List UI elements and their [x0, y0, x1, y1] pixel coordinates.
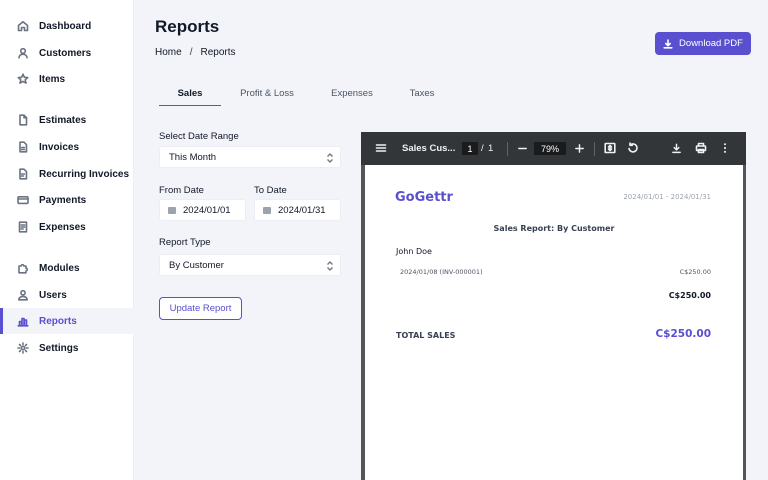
download-pdf-label: Download PDF — [679, 38, 743, 49]
update-report-button[interactable]: Update Report — [159, 297, 242, 320]
breadcrumb: Home / Reports — [155, 47, 235, 58]
report-type-select[interactable]: By Customer — [159, 254, 341, 276]
tab-sales[interactable]: Sales — [159, 82, 221, 106]
document-icon — [17, 114, 29, 126]
sidebar-item-expenses[interactable]: Expenses — [0, 214, 134, 240]
sidebar-item-label: Recurring Invoices — [39, 168, 130, 180]
sidebar-item-reports[interactable]: Reports — [0, 308, 134, 334]
to-date-field[interactable]: 2024/01/31 — [254, 199, 341, 221]
sidebar-item-label: Settings — [39, 342, 79, 354]
sidebar-item-invoices[interactable]: Invoices — [0, 134, 134, 160]
page-separator: / — [481, 143, 484, 154]
puzzle-icon — [17, 262, 29, 274]
report-tabs: Sales Profit & Loss Expenses Taxes — [159, 82, 447, 106]
sidebar-item-label: Payments — [39, 194, 87, 206]
report-line-description: 2024/01/08 (INV-000001) — [400, 268, 483, 276]
sidebar-item-settings[interactable]: Settings — [0, 335, 134, 361]
report-line-amount: C$250.00 — [679, 268, 711, 276]
report-type-label: Report Type — [159, 237, 211, 248]
report-total-amount: C$250.00 — [655, 328, 711, 340]
download-icon[interactable] — [670, 142, 682, 154]
sidebar-item-label: Customers — [39, 47, 92, 59]
star-icon — [17, 73, 29, 85]
sidebar-item-users[interactable]: Users — [0, 282, 134, 308]
to-date-value: 2024/01/31 — [278, 204, 326, 216]
report-date-range: 2024/01/01 - 2024/01/31 — [623, 193, 711, 201]
from-date-field[interactable]: 2024/01/01 — [159, 199, 246, 221]
calendar-icon — [263, 206, 271, 214]
sidebar-item-label: Modules — [39, 262, 80, 274]
rotate-icon[interactable] — [627, 142, 639, 154]
credit-card-icon — [17, 194, 29, 206]
zoom-out-icon[interactable] — [516, 142, 528, 154]
user-icon — [17, 47, 29, 59]
breadcrumb-reports: Reports — [200, 47, 236, 58]
sidebar-item-label: Invoices — [39, 141, 80, 153]
home-icon — [17, 20, 29, 32]
sidebar-item-label: Items — [39, 73, 66, 85]
sidebar-item-label: Users — [39, 289, 67, 301]
breadcrumb-home[interactable]: Home — [155, 47, 182, 58]
calendar-icon — [168, 206, 176, 214]
breadcrumb-separator: / — [189, 47, 193, 58]
print-icon[interactable] — [695, 142, 707, 154]
download-pdf-button[interactable]: Download PDF — [655, 32, 751, 55]
sidebar-item-label: Expenses — [39, 221, 86, 233]
date-range-value: This Month — [169, 151, 216, 163]
receipt-icon — [17, 221, 29, 233]
to-date-label: To Date — [254, 185, 287, 196]
recurring-invoice-icon — [17, 168, 29, 180]
tab-taxes[interactable]: Taxes — [397, 82, 447, 106]
sidebar-item-customers[interactable]: Customers — [0, 40, 134, 66]
zoom-input[interactable]: 79% — [534, 142, 566, 155]
download-icon — [663, 38, 673, 49]
fit-page-icon[interactable] — [604, 142, 616, 154]
sidebar-item-payments[interactable]: Payments — [0, 187, 134, 213]
sidebar-item-recurring-invoices[interactable]: Recurring Invoices — [0, 161, 134, 187]
pdf-toolbar: Sales Cus... 1 / 1 79% — [361, 132, 746, 165]
pdf-viewer: Sales Cus... 1 / 1 79% GoGettr 2024/01/0 — [361, 132, 746, 480]
sidebar-item-modules[interactable]: Modules — [0, 255, 134, 281]
report-total-label: TOTAL SALES — [396, 331, 456, 340]
sidebar-item-label: Dashboard — [39, 20, 92, 32]
pdf-page: GoGettr 2024/01/01 - 2024/01/31 Sales Re… — [365, 165, 743, 480]
menu-icon[interactable] — [375, 142, 387, 154]
report-customer-subtotal: C$250.00 — [668, 291, 711, 300]
date-range-label: Select Date Range — [159, 131, 239, 142]
gear-icon — [17, 342, 29, 354]
sidebar-item-items[interactable]: Items — [0, 66, 134, 92]
toolbar-divider — [507, 142, 508, 156]
sidebar-item-dashboard[interactable]: Dashboard — [0, 13, 134, 39]
date-range-select[interactable]: This Month — [159, 146, 341, 168]
tab-profit-loss[interactable]: Profit & Loss — [223, 82, 311, 106]
select-caret-icon — [326, 260, 334, 272]
sidebar-item-label: Reports — [39, 315, 77, 327]
more-options-icon[interactable] — [719, 142, 731, 154]
from-date-value: 2024/01/01 — [183, 204, 231, 216]
chart-bar-icon — [17, 315, 29, 327]
zoom-in-icon[interactable] — [573, 142, 585, 154]
page-title: Reports — [155, 17, 220, 36]
sidebar: Dashboard Customers Items Estimates Invo… — [0, 0, 134, 480]
sidebar-item-label: Estimates — [39, 114, 87, 126]
tab-expenses[interactable]: Expenses — [315, 82, 389, 106]
select-caret-icon — [326, 152, 334, 164]
page-number-input[interactable]: 1 — [462, 142, 478, 155]
report-type-value: By Customer — [169, 259, 224, 271]
pdf-document-title: Sales Cus... — [402, 143, 456, 154]
report-customer-name: John Doe — [396, 247, 432, 256]
page-total: 1 — [488, 143, 494, 154]
sidebar-item-estimates[interactable]: Estimates — [0, 107, 134, 133]
toolbar-divider — [594, 142, 595, 156]
users-icon — [17, 289, 29, 301]
report-company-name: GoGettr — [395, 190, 453, 205]
invoice-icon — [17, 141, 29, 153]
from-date-label: From Date — [159, 185, 204, 196]
report-title: Sales Report: By Customer — [493, 224, 615, 233]
